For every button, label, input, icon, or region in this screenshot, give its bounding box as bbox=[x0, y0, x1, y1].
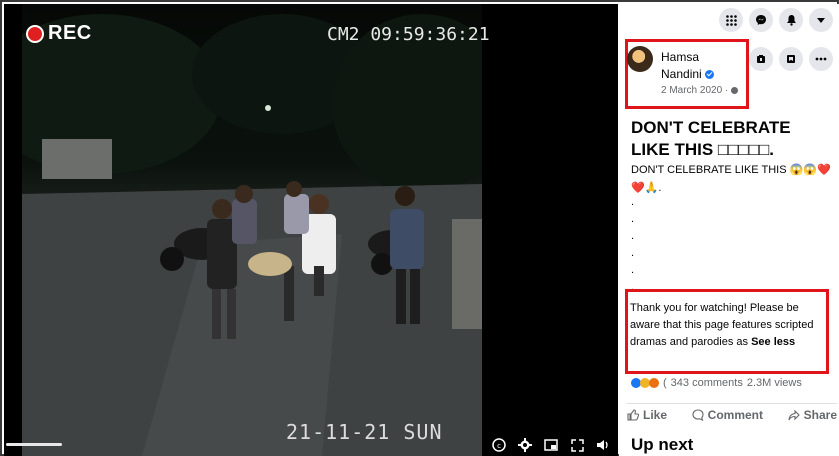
up-next-heading: Up next bbox=[631, 435, 694, 454]
rec-dot-icon bbox=[26, 24, 44, 43]
svg-text:c: c bbox=[497, 442, 501, 450]
top-navigation bbox=[719, 8, 833, 32]
post-date[interactable]: 2 March 2020 · bbox=[661, 85, 739, 96]
settings-gear-icon[interactable] bbox=[517, 437, 533, 453]
date-stamp: 21-11-21 SUN bbox=[286, 420, 443, 444]
like-button[interactable]: Like bbox=[627, 408, 667, 422]
sad-reaction-icon bbox=[649, 378, 659, 388]
share-label: Share bbox=[803, 408, 837, 422]
camera-timestamp: CM2 09:59:36:21 bbox=[327, 24, 490, 45]
author-name-text[interactable]: Hamsa Nandini bbox=[661, 50, 702, 81]
like-label: Like bbox=[643, 408, 668, 422]
post-action-bar: Like Comment Share bbox=[627, 403, 837, 422]
grid-icon[interactable] bbox=[719, 8, 743, 32]
globe-icon bbox=[731, 86, 739, 94]
save-icon[interactable] bbox=[749, 47, 773, 71]
volume-icon[interactable] bbox=[595, 437, 611, 453]
rec-label: REC bbox=[48, 22, 92, 44]
messenger-icon[interactable] bbox=[749, 8, 773, 32]
video-left-letterbox bbox=[4, 4, 22, 456]
fullscreen-icon[interactable] bbox=[569, 437, 585, 453]
post-date-text[interactable]: 2 March 2020 bbox=[661, 85, 722, 96]
post-side-actions bbox=[749, 47, 833, 71]
video-right-letterbox bbox=[482, 4, 618, 456]
chevron-down-icon[interactable] bbox=[809, 8, 833, 32]
post-body-line: DON'T CELEBRATE LIKE THIS 😱😱❤️❤️🙏. bbox=[631, 164, 831, 194]
post-side-panel: Hamsa Nandini 2 March 2020 · DON'T CELEB… bbox=[619, 4, 839, 456]
post-stats: ( 343 comments 2.3M views bbox=[631, 377, 839, 389]
see-less-link[interactable]: See less bbox=[751, 336, 795, 348]
verified-badge-icon bbox=[704, 70, 714, 80]
author-name[interactable]: Hamsa Nandini bbox=[661, 49, 741, 83]
comment-count[interactable]: 343 comments bbox=[671, 377, 743, 389]
video-frame bbox=[22, 4, 482, 456]
more-options-icon[interactable] bbox=[809, 47, 833, 71]
captions-icon[interactable]: c bbox=[491, 437, 507, 453]
share-button[interactable]: Share bbox=[788, 408, 837, 422]
screenshot-frame: REC CM2 09:59:36:21 21-11-21 SUN c Hamsa… bbox=[0, 0, 839, 456]
rec-indicator: REC bbox=[26, 22, 92, 45]
video-controls: c bbox=[491, 437, 611, 453]
view-count: 2.3M views bbox=[746, 377, 802, 389]
mini-player-icon[interactable] bbox=[543, 437, 559, 453]
video-progress-bar[interactable] bbox=[6, 443, 62, 446]
bell-icon[interactable] bbox=[779, 8, 803, 32]
comment-label: Comment bbox=[707, 408, 763, 422]
disclaimer-text: Thank you for watching! Please be aware … bbox=[630, 300, 824, 351]
post-title: DON'T CELEBRATE LIKE THIS □□□□□. bbox=[631, 118, 791, 159]
post-dots: . . . . . . bbox=[631, 196, 635, 293]
reaction-count[interactable]: ( bbox=[663, 377, 667, 389]
avatar[interactable] bbox=[627, 46, 653, 72]
comment-button[interactable]: Comment bbox=[692, 408, 763, 422]
bookmark-icon[interactable] bbox=[779, 47, 803, 71]
video-player[interactable]: REC CM2 09:59:36:21 21-11-21 SUN c bbox=[4, 4, 618, 456]
